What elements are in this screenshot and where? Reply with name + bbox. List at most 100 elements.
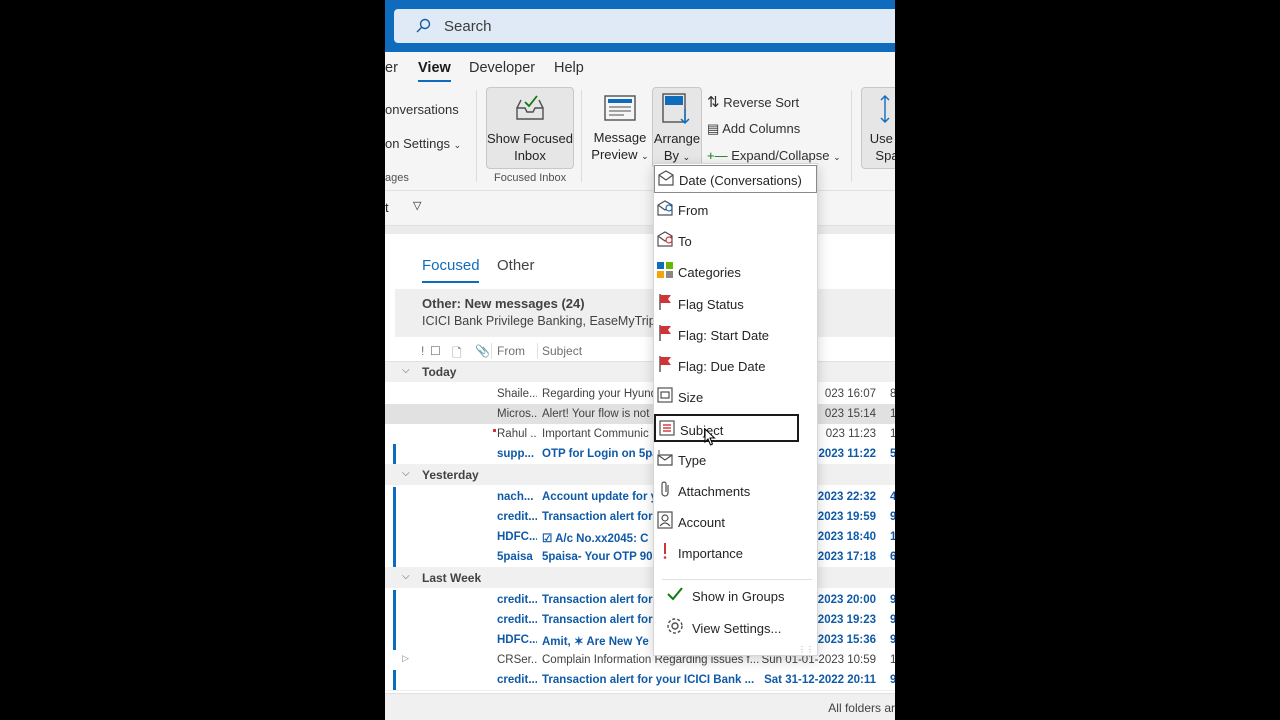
conversation-settings-button[interactable]: on Settings ⌄ [385,136,461,151]
search-box[interactable]: Search [394,9,895,43]
table-row[interactable]: supp... OTP for Login on 5pa 2023 11:22 5 [385,444,895,465]
table-row[interactable]: credit... Transaction alert for -2023 19:5… [385,507,895,528]
show-focused-inbox-button[interactable]: Show Focused Inbox [486,87,574,169]
menu-separator [662,579,812,580]
size-icon [657,387,673,403]
tab-focused[interactable]: Focused [422,257,480,274]
unread-indicator [393,444,396,464]
reverse-sort-button[interactable]: ⇅ Reverse Sort [707,93,799,111]
table-row[interactable]: 5paisa 5paisa- Your OTP 90 -2023 17:18 6 [385,547,895,568]
arrange-by-menu: Date (Conversations) From To Categories Flag… [653,163,818,656]
unread-indicator [393,630,396,650]
tab-other[interactable]: Other [497,257,535,274]
menu-item-label: Categories [678,265,741,280]
messages-group-label: ages [385,172,409,184]
other-notice[interactable]: Other: New messages (24) ICICI Bank Priv… [395,289,895,337]
group-label: Yesterday [422,468,479,482]
chevron-down-icon[interactable]: ⌵ [402,571,410,582]
reminder-column-icon[interactable]: ☐ [430,344,441,358]
row-size: 4 [890,491,895,503]
from-column-header[interactable]: From [497,344,525,358]
table-row[interactable]: credit... Transaction alert for your ICIC… [385,670,895,691]
menu-item-flag-start-date[interactable]: Flag: Start Date [654,321,817,349]
subject-column-header[interactable]: Subject [542,344,582,358]
table-row[interactable]: Rahul ... Important Communic 023 11:23 1 [385,424,895,445]
table-row[interactable]: credit... Transaction alert for -2023 19:2… [385,610,895,631]
table-row[interactable]: nach... Account update for y -2023 22:32 4 [385,487,895,508]
use-tighter-spacing-button[interactable]: Use T Spa [861,87,895,169]
chevron-down-icon[interactable]: ⌵ [402,468,410,479]
flag-icon [659,325,671,341]
message-preview-icon [604,95,636,121]
menu-item-attachments[interactable]: Attachments [654,477,817,505]
menu-item-show-in-groups[interactable]: Show in Groups [654,582,817,610]
flag-icon [659,356,671,372]
menu-item-date-conversations[interactable]: Date (Conversations) [654,165,817,193]
importance-column-icon[interactable]: ! [421,344,424,358]
mouse-cursor-icon [704,428,716,446]
tab-view[interactable]: View [418,60,451,82]
menu-item-to[interactable]: To [654,227,817,255]
menu-item-label: To [678,234,692,249]
menu-item-from[interactable]: From [654,196,817,224]
tab-developer[interactable]: Developer [469,60,535,76]
row-from: credit... [497,614,537,626]
menu-item-label: From [678,203,709,218]
status-bar: All folders ar [385,693,895,720]
group-header[interactable]: ⌵ Today [385,362,895,382]
row-size: 6 [890,551,895,563]
menu-item-label: Subject [680,423,724,438]
message-preview-button[interactable]: Message Preview ⌄ [590,87,650,167]
add-columns-button[interactable]: ▤ Add Columns [707,121,800,137]
table-row[interactable]: Micros... Alert! Your flow is not 023 15:1… [385,404,895,425]
filter-dropdown-icon[interactable]: ▽ [413,199,421,212]
search-icon [416,18,431,33]
gear-icon [667,618,683,634]
menu-item-categories[interactable]: Categories [654,258,817,286]
menu-item-size[interactable]: Size [654,383,817,411]
focused-inbox-group-label: Focused Inbox [494,172,567,184]
table-row[interactable]: HDFC... Amit, ✶ Are New Ye -2023 15:36 9 [385,630,895,651]
importance-icon [663,543,667,559]
row-size: 1 [890,654,895,666]
group-header[interactable]: ⌵ Yesterday [385,465,895,485]
resize-grip-icon[interactable]: ⋮⋮ [798,645,814,654]
menu-item-view-settings[interactable]: View Settings... [654,614,817,642]
show-focused-label-1: Show Focused [487,131,573,146]
expand-thread-icon[interactable]: ▷ [402,653,409,664]
ribbon-tabs: er View Developer Help [385,52,895,84]
status-text: All folders ar [828,701,895,715]
row-from: CRSer... [497,654,537,666]
conversations-checkbox[interactable]: onversations [385,102,459,117]
inbox-check-icon [516,95,544,120]
expand-collapse-button[interactable]: +— Expand/Collapse ⌄ [707,148,841,163]
attachment-column-icon[interactable]: 📎 [475,344,490,358]
title-bar: Search [385,0,895,52]
table-row[interactable]: ▷ CRSer... Complain Information Regarding … [385,650,895,671]
menu-item-label: Flag: Due Date [678,359,766,374]
other-notice-title: Other: New messages (24) [422,296,585,311]
reverse-sort-label: Reverse Sort [723,95,800,110]
row-from: Rahul ... [497,428,537,440]
menu-item-label: Date (Conversations) [679,173,802,188]
ribbon-separator [851,90,852,182]
table-row[interactable]: Shaile... Regarding your Hyund 023 16:07 8 [385,384,895,405]
group-header[interactable]: ⌵ Last Week [385,568,895,588]
menu-item-flag-status[interactable]: Flag Status [654,290,817,318]
column-divider [491,343,492,359]
menu-item-importance[interactable]: Importance [654,539,817,567]
menu-item-subject[interactable]: Subject [654,414,799,442]
unread-indicator [393,487,396,507]
menu-item-type[interactable]: Type [654,446,817,474]
chevron-down-icon[interactable]: ⌵ [402,365,410,376]
row-size: 9 [890,594,895,606]
arrange-by-label-2: By [663,148,679,163]
table-row[interactable]: HDFC... ☑ A/c No.xx2045: C -2023 18:40 1 [385,527,895,548]
menu-item-account[interactable]: Account [654,508,817,536]
table-row[interactable]: credit... Transaction alert for -2023 20:0… [385,590,895,611]
tab-help[interactable]: Help [554,60,584,76]
menu-item-flag-due-date[interactable]: Flag: Due Date [654,352,817,380]
row-from: credit... [497,511,537,523]
tab-folder[interactable]: er [385,60,398,76]
arrange-by-button[interactable]: Arrange By ⌄ [652,87,702,169]
